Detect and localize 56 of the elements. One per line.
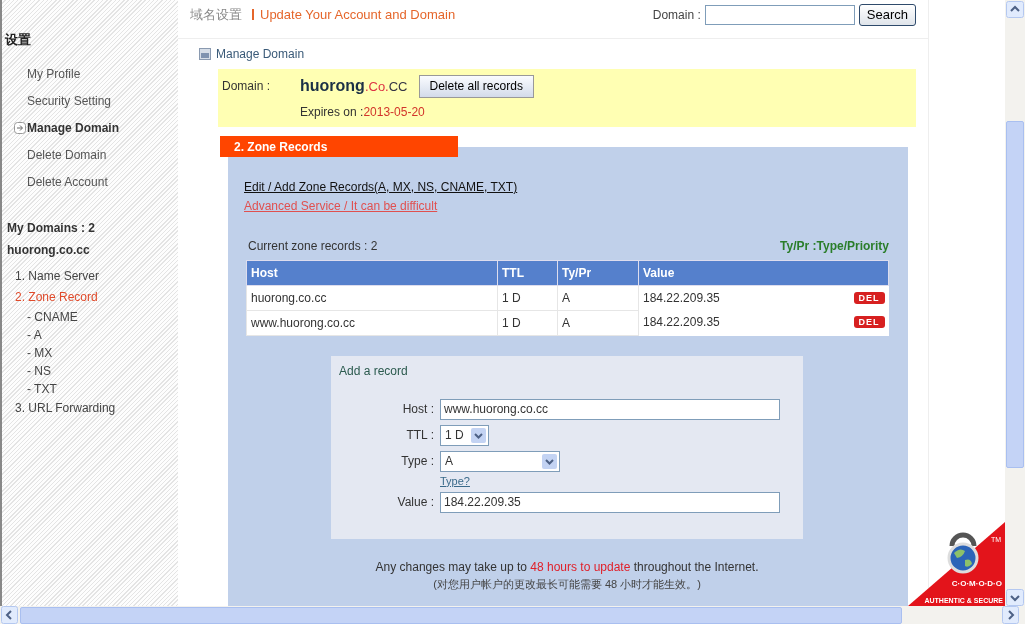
- records-count: Current zone records : 2: [248, 238, 378, 253]
- help-link[interactable]: Type?: [440, 474, 470, 487]
- table-cell: 184.22.209.35 DEL: [639, 285, 889, 310]
- sidebar-link[interactable]: 3. URL Forwarding: [2, 398, 116, 419]
- section-title: Manage Domain: [216, 46, 305, 61]
- dropdown[interactable]: A: [440, 450, 560, 472]
- domain-label: Domain :: [222, 79, 272, 94]
- domain-name: huorong.co.cc: [7, 243, 90, 257]
- field-label: Value :: [396, 493, 434, 511]
- notice-text: (对您用户帐户的更改最长可能需要 48 小时才能生效。): [432, 576, 702, 592]
- table-cell: 184.22.209.35 DEL: [639, 310, 889, 335]
- sidebar-link[interactable]: Security Setting: [27, 93, 112, 108]
- column-header: Host: [246, 260, 498, 286]
- table-cell: A: [557, 285, 639, 311]
- sidebar-link[interactable]: - NS: [2, 362, 51, 380]
- expires-label: Expires on :: [300, 104, 364, 119]
- sidebar-link[interactable]: Delete Domain: [27, 147, 107, 162]
- sidebar-link[interactable]: Manage Domain: [27, 120, 119, 135]
- domain-name: huorong.Co.CC: [300, 77, 408, 96]
- table-cell: huorong.co.cc: [246, 285, 498, 311]
- text-field[interactable]: 184.22.209.35: [440, 491, 780, 513]
- notice-text: Any changes may take up to 48 hours to update throughout the Internet.: [374, 559, 760, 574]
- column-header: Ty/Pr: [557, 260, 639, 286]
- sidebar-heading: 设置: [5, 31, 31, 49]
- column-header: TTL: [497, 260, 558, 286]
- sidebar-link[interactable]: - MX: [2, 344, 53, 362]
- sidebar-link[interactable]: Delete Account: [27, 174, 108, 189]
- sidebar-link[interactable]: 2. Zone Record: [2, 287, 98, 308]
- delete-button[interactable]: DEL: [853, 316, 885, 329]
- field-label: TTL :: [405, 426, 434, 444]
- type-legend: Ty/Pr :Type/Priority: [780, 238, 889, 253]
- table-cell: www.huorong.co.cc: [246, 310, 498, 336]
- delete-button[interactable]: DEL: [853, 291, 885, 304]
- sidebar-link[interactable]: - TXT: [2, 380, 57, 398]
- column-header: Value: [638, 260, 889, 286]
- table-cell: 1 D: [497, 285, 558, 311]
- table-cell: A: [557, 310, 639, 336]
- form-title: Add a record: [339, 363, 409, 378]
- sidebar-link[interactable]: 1. Name Server: [2, 266, 100, 287]
- field-label: Type :: [400, 452, 434, 470]
- sidebar-link[interactable]: My Profile: [27, 66, 81, 81]
- expires-date: 2013-05-20: [363, 104, 425, 119]
- field-label: Host :: [401, 400, 434, 418]
- seal-brand: C·O·M·O·D·O: [951, 579, 1002, 588]
- delete-all-button[interactable]: Delete all records: [418, 74, 534, 98]
- sidebar-link[interactable]: - CNAME: [2, 308, 78, 326]
- edit-records-link[interactable]: Edit / Add Zone Records(A, MX, NS, CNAME, TXT): [244, 179, 518, 194]
- search-button[interactable]: Search: [858, 3, 916, 26]
- page-title: 域名设置: [190, 5, 243, 24]
- domains-count: My Domains : 2: [7, 221, 96, 235]
- dropdown[interactable]: 1 D: [440, 424, 489, 446]
- text-field[interactable]: www.huorong.co.cc: [440, 398, 780, 420]
- table-cell: 1 D: [497, 310, 558, 336]
- page-subtitle: Update Your Account and Domain: [252, 9, 456, 21]
- search-label: Domain :: [652, 7, 701, 22]
- sidebar-link[interactable]: - A: [2, 326, 42, 344]
